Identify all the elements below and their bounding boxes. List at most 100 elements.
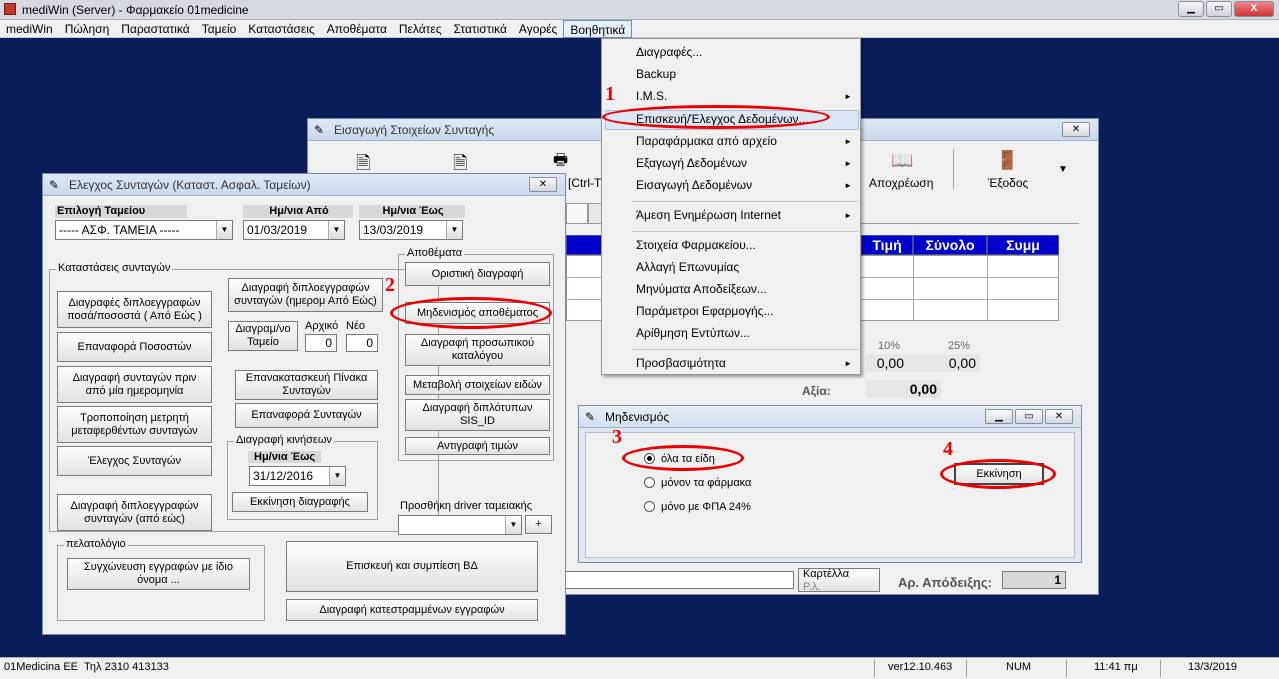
- kiniseis-group-label: Διαγραφή κινήσεων: [234, 434, 334, 446]
- eos-date-value: 13/03/2019: [363, 223, 424, 237]
- menu-separator: [632, 201, 858, 202]
- episkevi-sympiesi-button[interactable]: Επισκευή και συμπίεση ΒΔ: [286, 541, 538, 592]
- eos-date-picker[interactable]: 13/03/2019 ▼: [359, 220, 463, 240]
- tab-1[interactable]: [566, 203, 588, 223]
- status-bar: 01Medicina EE Τηλ 2310 413133 ver12.10.4…: [0, 657, 1279, 679]
- exodos-button[interactable]: Έξοδος: [988, 176, 1028, 190]
- metavoli-stoixeion-button[interactable]: Μεταβολή στοιχείων ειδών: [405, 375, 550, 395]
- menu-item-minymata[interactable]: Μηνύματα Αποδείξεων...: [636, 282, 767, 296]
- kin-eos-picker[interactable]: 31/12/2016 ▼: [249, 466, 346, 486]
- menu-item-parametroi[interactable]: Παράμετροι Εφαρμογής...: [636, 304, 773, 318]
- menu-item-eisagogi[interactable]: Εισαγωγή Δεδομένων: [636, 178, 752, 192]
- printer-icon[interactable]: 🖶: [553, 149, 568, 176]
- epanafora-pososton-button[interactable]: Επαναφορά Ποσοστών: [57, 332, 212, 362]
- diagrafi-imerom-button[interactable]: Διαγραφή διπλοεγγραφών συνταγών (ημερομ …: [228, 278, 383, 312]
- antigrafi-timon-button[interactable]: Αντιγραφή τιμών: [405, 437, 550, 455]
- prescription-control-window: ✎ Ελεγχος Συνταγών (Καταστ. Ασφαλ. Ταμεί…: [42, 173, 566, 635]
- menu-mediwin[interactable]: mediWin: [0, 20, 59, 38]
- menu-tameio[interactable]: Ταμείο: [196, 20, 243, 38]
- neo-input[interactable]: 0: [346, 334, 378, 352]
- annotation-number-1: 1: [605, 83, 615, 105]
- katastaseis-group-label: Καταστάσεις συνταγών: [56, 262, 173, 274]
- kin-eos-value: 31/12/2016: [253, 469, 314, 483]
- menu-item-backup[interactable]: Backup: [636, 67, 676, 81]
- opt-fpa-label: μόνο με ΦΠΑ 24%: [661, 501, 751, 513]
- midenismos-caption: ✎ Μηδενισμός ▁ ▭ ✕: [579, 406, 1081, 428]
- menu-parastatika[interactable]: Παραστατικά: [115, 20, 195, 38]
- submenu-arrow-icon: ►: [844, 92, 852, 101]
- grid-col-line: [913, 255, 914, 321]
- eos-date-label: Ημ/νια Έως: [359, 205, 465, 218]
- diagrafi-diplo-syntagon-button[interactable]: Διαγραφή διπλοεγγραφών συνταγών (από εώς…: [57, 494, 212, 531]
- menu-item-allagi[interactable]: Αλλαγή Επωνυμίας: [636, 260, 739, 274]
- midenismos-minimize-button[interactable]: ▁: [985, 409, 1013, 424]
- chevron-down-icon[interactable]: ▼: [328, 221, 344, 239]
- submenu-arrow-icon: ►: [844, 359, 852, 368]
- diagrafi-prin-button[interactable]: Διαγραφή συνταγών πριν από μία ημερομηνί…: [57, 366, 212, 403]
- minimize-button[interactable]: ▁: [1178, 1, 1204, 17]
- driver-add-button[interactable]: +: [525, 515, 552, 534]
- status-time: 11:41 πμ: [1094, 661, 1138, 673]
- exit-icon[interactable]: 🚪: [996, 150, 1018, 171]
- maximize-button[interactable]: ▭: [1206, 1, 1232, 17]
- epilogi-tameiou-label: Επιλογή Ταμείου: [55, 205, 187, 218]
- book-icon[interactable]: 📖: [891, 150, 913, 171]
- menu-voithitika[interactable]: Βοηθητικά: [563, 20, 633, 38]
- diagrafi-prosopikou-button[interactable]: Διαγραφή προσωπικού καταλόγου: [405, 334, 550, 366]
- chevron-down-icon[interactable]: ▼: [216, 221, 232, 239]
- chevron-down-icon[interactable]: ▼: [329, 467, 345, 485]
- ekkinisi-diagrafis-button[interactable]: Εκκίνηση διαγραφής: [232, 492, 368, 512]
- barcode-input[interactable]: [564, 571, 794, 589]
- midenismos-close-button[interactable]: ✕: [1045, 409, 1073, 424]
- toolbar-more-icon[interactable]: ▼: [1058, 164, 1068, 175]
- menu-item-internet[interactable]: Άμεση Ενημέρωση Internet: [636, 208, 781, 222]
- menu-item-diagrafes[interactable]: Διαγραφές...: [636, 45, 702, 59]
- opt-fpa-radio[interactable]: [644, 501, 655, 512]
- chevron-down-icon[interactable]: ▼: [446, 221, 462, 239]
- menu-item-stoixeia[interactable]: Στοιχεία Φαρμακείου...: [636, 238, 756, 252]
- diagram-tameio-button[interactable]: Διαγραμ/νο Ταμείο: [228, 321, 298, 351]
- control-close-button[interactable]: ✕: [529, 177, 557, 192]
- submenu-arrow-icon: ►: [844, 211, 852, 220]
- menu-statistika[interactable]: Στατιστικά: [448, 20, 513, 38]
- menu-katastaseis[interactable]: Καταστάσεις: [242, 20, 320, 38]
- driver-select[interactable]: ▼: [398, 515, 522, 535]
- ar-apodeixis-value[interactable]: 1: [1002, 571, 1066, 589]
- menu-item-arithmisi[interactable]: Αρίθμηση Εντύπων...: [636, 326, 750, 340]
- kartella-button[interactable]: Καρτέλλα Ρ.λ.: [798, 568, 880, 593]
- chevron-down-icon[interactable]: ▼: [505, 516, 521, 534]
- status-divider: [874, 660, 875, 677]
- diagrafi-katestrammenon-button[interactable]: Διαγραφή κατεστραμμένων εγγραφών: [286, 599, 538, 621]
- menu-pelates[interactable]: Πελάτες: [393, 20, 448, 38]
- diagrafi-diplotypon-button[interactable]: Διαγραφή διπλότυπων SIS_ID: [405, 399, 550, 431]
- menu-apothemata[interactable]: Αποθέματα: [321, 20, 393, 38]
- apo-date-picker[interactable]: 01/03/2019 ▼: [243, 220, 345, 240]
- tameio-select[interactable]: ----- ΑΣΦ. ΤΑΜΕΙΑ ----- ▼: [55, 220, 233, 240]
- menu-item-ims[interactable]: I.M.S.: [636, 89, 667, 103]
- midenismos-title: Μηδενισμός: [605, 410, 670, 424]
- elegxos-syntagon-button[interactable]: Έλεγχος Συνταγών: [57, 446, 212, 476]
- diagrafes-diploeggrafwn-button[interactable]: Διαγραφές διπλοεγγραφών ποσά/ποσοστά ( Α…: [57, 291, 212, 328]
- menu-item-parafarmaka[interactable]: Παραφάρμακα από αρχείο: [636, 134, 777, 148]
- menu-item-prosvasimotita[interactable]: Προσβασιμότητα: [636, 356, 726, 370]
- arxiko-input[interactable]: 0: [305, 334, 337, 352]
- window-icon: ✎: [585, 410, 596, 424]
- apoxrewsi-button[interactable]: Αποχρέωση: [869, 176, 933, 190]
- apothemata-group-label: Αποθέματα: [405, 247, 465, 259]
- menu-item-exagogi[interactable]: Εξαγωγή Δεδομένων: [636, 156, 747, 170]
- epanafora-syntagon-button[interactable]: Επαναφορά Συνταγών: [235, 403, 378, 428]
- close-button[interactable]: X: [1234, 1, 1274, 17]
- epanakataskevi-button[interactable]: Επανακατασκευή Πίνακα Συνταγών: [235, 370, 378, 400]
- status-num: NUM: [1006, 661, 1032, 673]
- prescription-close-button[interactable]: ✕: [1062, 122, 1090, 137]
- oristiki-diagrafi-button[interactable]: Οριστική διαγραφή: [405, 262, 550, 286]
- opt-farmaka-radio[interactable]: [644, 477, 655, 488]
- tropopoiisi-metriti-button[interactable]: Τροποποίηση μετρητή μεταφερθέντων συνταγ…: [57, 406, 212, 443]
- control-window-title: Ελεγχος Συνταγών (Καταστ. Ασφαλ. Ταμείων…: [69, 178, 311, 192]
- menu-polisi[interactable]: Πώληση: [59, 20, 116, 38]
- toolbar-divider: [953, 149, 954, 189]
- sygxwneysi-button[interactable]: Συγχώνευση εγγραφών με ίδιο όνομα ...: [67, 558, 250, 590]
- tameio-select-value: ----- ΑΣΦ. ΤΑΜΕΙΑ -----: [59, 223, 180, 237]
- midenismos-maximize-button[interactable]: ▭: [1015, 409, 1043, 424]
- menu-agores[interactable]: Αγορές: [513, 20, 563, 38]
